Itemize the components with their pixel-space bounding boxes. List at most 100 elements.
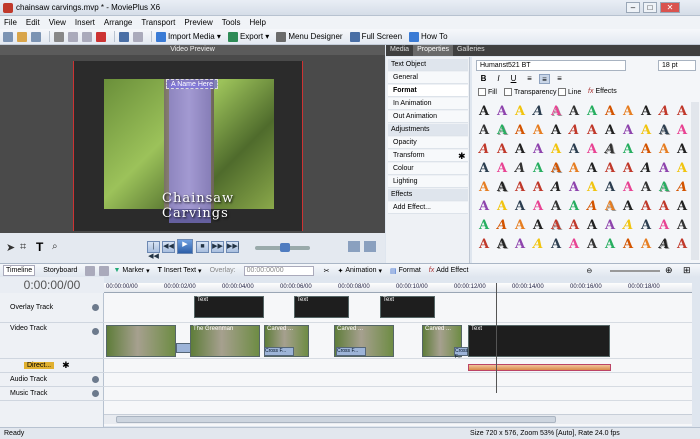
overlay-track-header[interactable]: Overlay Track [0,293,104,323]
screen-icon[interactable] [348,241,360,252]
direct-keyframe-bar[interactable] [468,364,611,371]
text-style-swatch[interactable]: A [529,178,547,197]
text-style-swatch[interactable]: A [565,235,583,254]
text-style-swatch[interactable]: A [547,216,565,235]
transition-marker[interactable] [176,343,191,353]
audio-mute-icon[interactable] [92,376,99,383]
text-style-swatch[interactable]: A [619,140,637,159]
text-style-swatch[interactable]: A [619,159,637,178]
text-style-swatch[interactable]: A [619,102,637,121]
align-center-icon[interactable]: ≡ [539,74,550,84]
delete-icon[interactable] [96,31,106,42]
text-style-swatch[interactable]: A [511,216,529,235]
text-style-swatch[interactable]: A [511,178,529,197]
text-style-swatch[interactable]: A [475,102,493,121]
undo-icon[interactable] [119,31,129,42]
fill-checkbox[interactable] [478,88,486,96]
cut-clip-icon[interactable]: ✂ [324,267,330,275]
transparency-checkbox[interactable] [504,88,512,96]
line-option[interactable]: Line [558,88,581,96]
tab-properties[interactable]: Properties [413,45,453,56]
insert-text-button[interactable]: T Insert Text ▾ [158,267,202,275]
text-style-swatch[interactable]: A [637,140,655,159]
text-style-swatch[interactable]: A [475,140,493,159]
copy-icon[interactable] [68,31,78,42]
fit-timeline-icon[interactable]: ⊞ [683,265,691,276]
link-icon[interactable] [85,265,96,276]
menu-file[interactable]: File [4,18,17,27]
close-button[interactable]: ✕ [660,2,680,13]
text-style-swatch[interactable]: A [565,140,583,159]
play-icon[interactable]: ▶ [177,239,193,254]
text-style-swatch[interactable]: A [511,235,529,254]
text-style-swatch[interactable]: A [637,178,655,197]
how-to-button[interactable]: How To [409,31,448,42]
text-style-swatch[interactable]: A [493,197,511,216]
animation-button[interactable]: ✦ Animation ▾ [338,267,382,275]
text-style-swatch[interactable]: A [547,159,565,178]
text-style-swatch[interactable]: A [619,121,637,140]
text-style-swatch[interactable]: A [601,159,619,178]
video-track-header[interactable]: Video Track [0,323,104,359]
import-media-button[interactable]: Import Media ▾ [156,31,221,42]
text-style-swatch[interactable]: A [637,235,655,254]
prop-format[interactable]: Format [388,85,468,97]
fill-option[interactable]: Fill [478,88,497,96]
zoom-in-icon[interactable]: ⊕ [665,265,673,276]
text-style-swatch[interactable]: A [583,121,601,140]
style-gallery-scrollbar[interactable] [691,102,699,260]
prop-colour[interactable]: Colour [388,163,468,175]
text-style-swatch[interactable]: A [637,102,655,121]
text-style-swatch[interactable]: A [547,102,565,121]
overlay-time-field[interactable]: 00:00:00/00 [243,265,314,276]
cross-fade-transition[interactable]: Cross F... [336,347,366,356]
text-style-swatch[interactable]: A [493,216,511,235]
music-mute-icon[interactable] [92,390,99,397]
text-style-swatch[interactable]: A [583,197,601,216]
video-clip[interactable]: The Greenman [190,325,260,357]
text-style-swatch[interactable]: A [493,178,511,197]
tab-timeline[interactable]: Timeline [3,265,36,276]
text-style-swatch[interactable]: A [655,102,673,121]
full-screen-button[interactable]: Full Screen [349,31,402,42]
text-style-swatch[interactable]: A [655,197,673,216]
text-style-swatch[interactable]: A [511,140,529,159]
redo-icon[interactable] [133,31,143,42]
text-style-swatch[interactable]: A [547,235,565,254]
go-to-start-icon[interactable]: |◀◀ [147,241,160,260]
zoom-slider[interactable] [610,270,660,272]
paste-icon[interactable] [82,31,92,42]
text-style-swatch[interactable]: A [475,159,493,178]
zoom-tool-icon[interactable]: ⌕ [52,241,58,252]
italic-icon[interactable]: I [493,74,504,84]
text-style-swatch[interactable]: A [529,140,547,159]
text-style-swatch[interactable]: A [655,121,673,140]
title-caption[interactable]: Chainsaw Carvings [162,191,302,221]
align-right-icon[interactable]: ≡ [554,74,565,84]
text-style-swatch[interactable]: A [529,159,547,178]
text-style-swatch[interactable]: A [601,102,619,121]
text-style-swatch[interactable]: A [565,216,583,235]
format-button[interactable]: ▤ Format [390,267,421,275]
playhead[interactable] [496,283,497,393]
text-tool-icon[interactable]: T [36,240,43,254]
text-style-swatch[interactable]: A [547,121,565,140]
text-style-swatch[interactable]: A [475,216,493,235]
prop-transform[interactable]: Transform [388,150,468,162]
text-style-swatch[interactable]: A [511,197,529,216]
cut-icon[interactable] [54,31,64,42]
text-style-swatch[interactable]: A [601,216,619,235]
video-visibility-icon[interactable] [92,328,99,335]
text-style-swatch[interactable]: A [655,178,673,197]
text-style-swatch[interactable]: A [475,197,493,216]
add-effect-button[interactable]: fx Add Effect [429,267,469,274]
text-style-swatch[interactable]: A [601,178,619,197]
text-style-swatch[interactable]: A [493,140,511,159]
text-style-swatch[interactable]: A [655,216,673,235]
text-style-swatch[interactable]: A [601,140,619,159]
overlay-text-box[interactable]: A Name Here [166,79,218,89]
text-style-swatch[interactable]: A [637,159,655,178]
text-style-swatch[interactable]: A [637,121,655,140]
prop-in-animation[interactable]: In Animation [388,98,468,110]
menu-help[interactable]: Help [249,18,265,27]
